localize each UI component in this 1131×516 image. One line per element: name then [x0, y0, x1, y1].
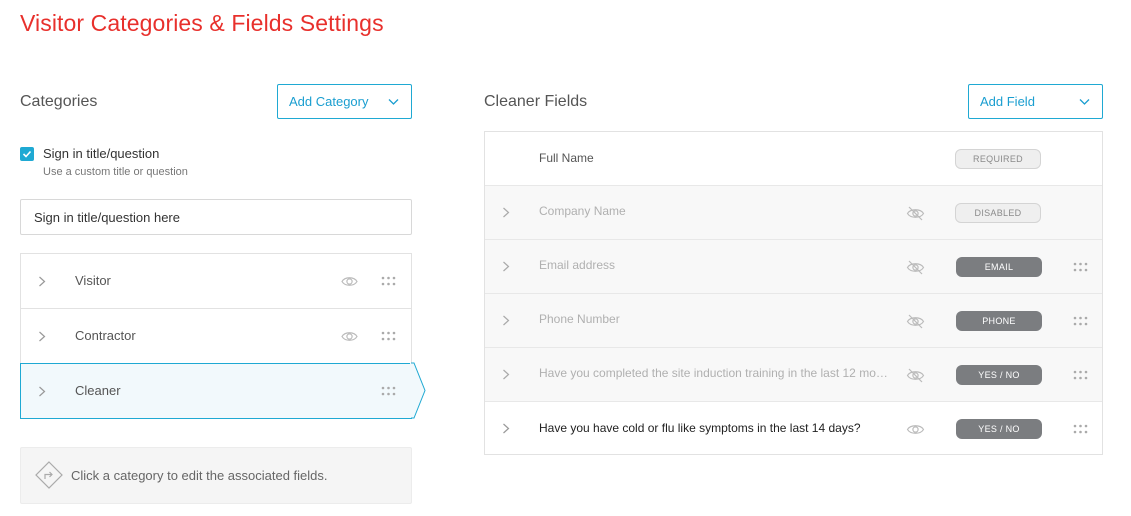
eye-off-icon[interactable]	[906, 367, 925, 384]
chevron-right-icon[interactable]	[502, 261, 510, 272]
category-hint: Click a category to edit the associated …	[20, 447, 412, 504]
field-row-cold-flu[interactable]: Have you have cold or flu like symptoms …	[485, 402, 1102, 456]
field-row-site-induction[interactable]: Have you completed the site induction tr…	[485, 348, 1102, 402]
drag-handle-icon[interactable]	[1073, 424, 1088, 435]
chevron-right-icon	[39, 386, 46, 397]
category-label: Cleaner	[75, 383, 121, 398]
page-title: Visitor Categories & Fields Settings	[20, 10, 384, 36]
drag-handle-icon[interactable]	[1073, 370, 1088, 381]
add-field-button[interactable]: Add Field	[968, 84, 1103, 119]
sign-in-title-checkbox[interactable]	[20, 147, 34, 161]
field-type-badge: EMAIL	[956, 257, 1042, 277]
add-category-button[interactable]: Add Category	[277, 84, 412, 119]
sign-in-title-input[interactable]	[20, 199, 412, 235]
field-row-company-name[interactable]: Company Name DISABLED	[485, 186, 1102, 240]
status-badge: DISABLED	[955, 203, 1041, 223]
sign-in-title-help: Use a custom title or question	[43, 166, 188, 178]
eye-off-icon[interactable]	[906, 205, 925, 222]
chevron-right-icon	[39, 276, 46, 287]
field-label: Full Name	[539, 151, 594, 165]
field-label: Have you completed the site induction tr…	[539, 366, 888, 380]
category-list: Visitor Contractor Cleaner	[20, 253, 412, 419]
eye-icon[interactable]	[341, 273, 358, 290]
field-type-badge: YES / NO	[956, 365, 1042, 385]
chevron-right-icon[interactable]	[502, 207, 510, 218]
field-row-email[interactable]: Email address EMAIL	[485, 240, 1102, 294]
field-type-badge: PHONE	[956, 311, 1042, 331]
category-item-contractor[interactable]: Contractor	[21, 309, 411, 364]
field-label: Email address	[539, 258, 616, 272]
sign-in-title-label: Sign in title/question	[43, 146, 160, 161]
chevron-right-icon	[39, 331, 46, 342]
chevron-right-icon[interactable]	[502, 315, 510, 326]
drag-handle-icon[interactable]	[381, 386, 396, 397]
eye-off-icon[interactable]	[906, 259, 925, 276]
chevron-right-icon[interactable]	[502, 423, 510, 434]
fields-title: Cleaner Fields	[484, 93, 588, 110]
eye-off-icon[interactable]	[906, 313, 925, 330]
direction-sign-icon	[35, 461, 63, 489]
field-row-full-name[interactable]: Full Name REQUIRED	[485, 132, 1102, 186]
category-item-visitor[interactable]: Visitor	[21, 254, 411, 309]
status-badge: REQUIRED	[955, 149, 1041, 169]
drag-handle-icon[interactable]	[381, 276, 396, 287]
category-item-cleaner[interactable]: Cleaner	[20, 363, 412, 419]
chevron-down-icon	[388, 99, 399, 105]
hint-text: Click a category to edit the associated …	[71, 468, 328, 483]
drag-handle-icon[interactable]	[1073, 262, 1088, 273]
check-icon	[22, 150, 32, 158]
add-category-label: Add Category	[289, 94, 369, 109]
chevron-right-icon[interactable]	[502, 369, 510, 380]
eye-icon[interactable]	[906, 421, 925, 438]
category-label: Visitor	[75, 273, 111, 288]
eye-icon[interactable]	[341, 328, 358, 345]
field-label: Phone Number	[539, 312, 620, 326]
category-label: Contractor	[75, 328, 136, 343]
selected-pointer-arrow	[410, 362, 426, 419]
add-field-label: Add Field	[980, 94, 1035, 109]
fields-table: Full Name REQUIRED Company Name DISABLED…	[484, 131, 1103, 455]
drag-handle-icon[interactable]	[381, 331, 396, 342]
field-row-phone[interactable]: Phone Number PHONE	[485, 294, 1102, 348]
field-type-badge: YES / NO	[956, 419, 1042, 439]
chevron-down-icon	[1079, 99, 1090, 105]
categories-title: Categories	[20, 93, 98, 110]
field-label: Have you have cold or flu like symptoms …	[539, 421, 861, 435]
field-label: Company Name	[539, 204, 626, 218]
drag-handle-icon[interactable]	[1073, 316, 1088, 327]
